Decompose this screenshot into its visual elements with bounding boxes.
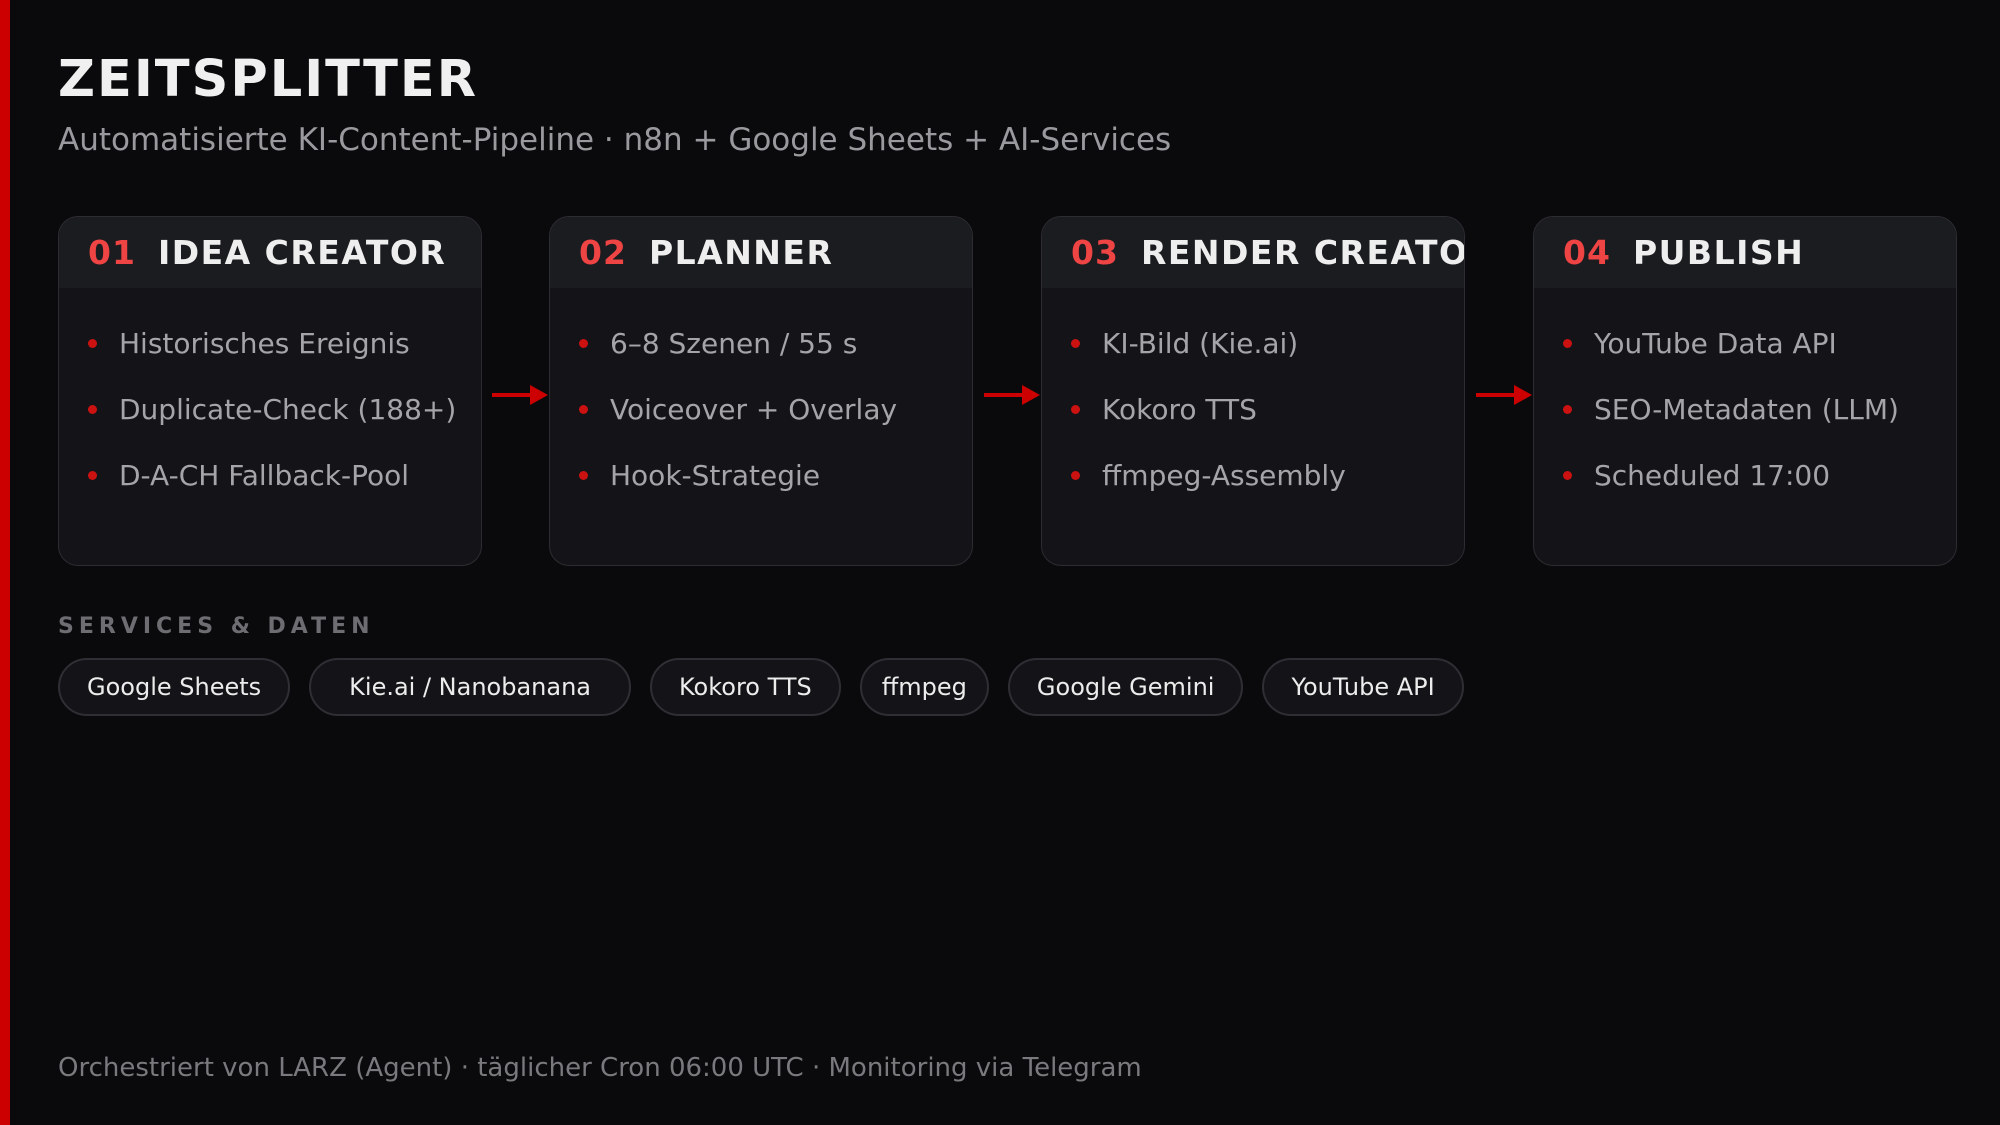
stage-item-label: Voiceover + Overlay [610, 392, 898, 426]
bullet-icon [88, 470, 97, 480]
bullet-icon [579, 338, 588, 348]
bullet-icon [1563, 470, 1572, 480]
page-title: ZEITSPLITTER [58, 50, 479, 109]
stage-item: Duplicate-Check (188+) [88, 376, 481, 442]
stage-title: IDEA CREATOR [157, 233, 447, 272]
bullet-icon [579, 470, 588, 480]
stage-item-label: Kokoro TTS [1102, 392, 1257, 426]
stage-item: ffmpeg-Assembly [1071, 442, 1464, 508]
bullet-icon [88, 404, 97, 414]
arrow-right-icon [492, 385, 548, 405]
bullet-icon [1071, 338, 1080, 348]
stage-number: 01 [88, 233, 136, 272]
stage-title: PUBLISH [1632, 233, 1805, 272]
stage-item-label: D-A-CH Fallback-Pool [119, 458, 410, 492]
stage-header: 01 IDEA CREATOR [59, 217, 481, 288]
bullet-icon [579, 404, 588, 414]
stage-item-label: ffmpeg-Assembly [1102, 458, 1346, 492]
arrow-right-icon [1476, 385, 1532, 405]
stage-item-label: Scheduled 17:00 [1594, 458, 1831, 492]
stage-header: 02 PLANNER [550, 217, 972, 288]
accent-bar [0, 0, 10, 1125]
bullet-icon [1071, 404, 1080, 414]
stage-header: 04 PUBLISH [1534, 217, 1956, 288]
stage-item-label: KI-Bild (Kie.ai) [1102, 326, 1299, 360]
service-chip-kie-ai: Kie.ai / Nanobanana [309, 658, 632, 716]
service-chip-google-gemini: Google Gemini [1007, 658, 1244, 716]
services-section-label: SERVICES & DATEN [58, 614, 375, 639]
stage-number: 03 [1071, 233, 1119, 272]
bullet-icon [88, 338, 97, 348]
stage-item: D-A-CH Fallback-Pool [88, 442, 481, 508]
pipeline-overview-page: ZEITSPLITTER Automatisierte KI-Content-P… [0, 0, 2000, 1125]
stage-item-label: Duplicate-Check (188+) [119, 392, 457, 426]
service-chip-ffmpeg: ffmpeg [859, 658, 989, 716]
stage-item-list: YouTube Data API SEO-Metadaten (LLM) Sch… [1534, 288, 1956, 508]
stage-card-idea-creator: 01 IDEA CREATOR Historisches Ereignis Du… [58, 216, 482, 566]
stage-item: Historisches Ereignis [88, 310, 481, 376]
stage-item: Kokoro TTS [1071, 376, 1464, 442]
service-chip-kokoro-tts: Kokoro TTS [650, 658, 841, 716]
stage-card-render-creator: 03 RENDER CREATOR KI-Bild (Kie.ai) Kokor… [1041, 216, 1465, 566]
stage-title: PLANNER [648, 233, 834, 272]
stage-title: RENDER CREATOR [1140, 233, 1465, 272]
stage-item-list: Historisches Ereignis Duplicate-Check (1… [59, 288, 481, 508]
stage-item: Scheduled 17:00 [1563, 442, 1956, 508]
stage-item: 6–8 Szenen / 55 s [579, 310, 972, 376]
stage-item-label: Hook-Strategie [610, 458, 821, 492]
stage-item: SEO-Metadaten (LLM) [1563, 376, 1956, 442]
stage-item-list: 6–8 Szenen / 55 s Voiceover + Overlay Ho… [550, 288, 972, 508]
bullet-icon [1563, 338, 1572, 348]
stage-card-planner: 02 PLANNER 6–8 Szenen / 55 s Voiceover +… [549, 216, 973, 566]
stage-number: 04 [1563, 233, 1611, 272]
page-subtitle: Automatisierte KI-Content-Pipeline · n8n… [58, 122, 1172, 158]
stage-item-label: SEO-Metadaten (LLM) [1594, 392, 1899, 426]
service-chip-youtube-api: YouTube API [1262, 658, 1464, 716]
stage-item: KI-Bild (Kie.ai) [1071, 310, 1464, 376]
bullet-icon [1563, 404, 1572, 414]
stage-number: 02 [579, 233, 627, 272]
stage-card-publish: 04 PUBLISH YouTube Data API SEO-Metadate… [1533, 216, 1957, 566]
services-chip-list: Google Sheets Kie.ai / Nanobanana Kokoro… [58, 658, 1464, 716]
stage-item: YouTube Data API [1563, 310, 1956, 376]
stage-item: Voiceover + Overlay [579, 376, 972, 442]
stage-item-label: 6–8 Szenen / 55 s [610, 326, 858, 360]
service-chip-google-sheets: Google Sheets [58, 658, 291, 716]
stage-item-label: YouTube Data API [1594, 326, 1837, 360]
stage-header: 03 RENDER CREATOR [1042, 217, 1464, 288]
stage-item: Hook-Strategie [579, 442, 972, 508]
footer-note: Orchestriert von LARZ (Agent) · tägliche… [58, 1053, 1142, 1083]
stage-item-list: KI-Bild (Kie.ai) Kokoro TTS ffmpeg-Assem… [1042, 288, 1464, 508]
bullet-icon [1071, 470, 1080, 480]
arrow-right-icon [984, 385, 1040, 405]
pipeline-flow: 01 IDEA CREATOR Historisches Ereignis Du… [58, 216, 1958, 568]
stage-item-label: Historisches Ereignis [119, 326, 410, 360]
